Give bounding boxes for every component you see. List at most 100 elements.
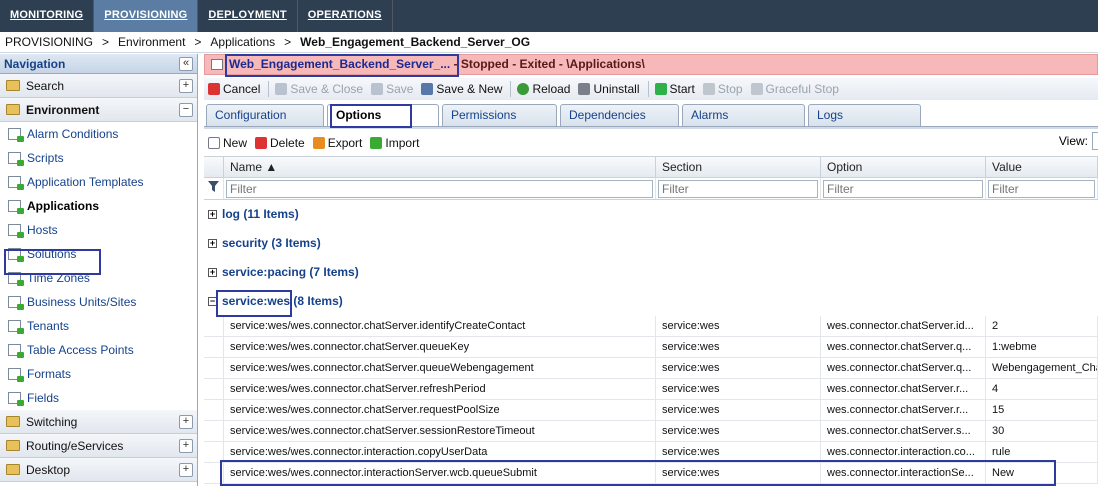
stop-button[interactable]: Stop [702,82,743,96]
name-filter-input[interactable] [226,180,653,198]
cell-value: Webengagement_Chat [986,358,1098,378]
tab-provisioning[interactable]: PROVISIONING [94,0,199,32]
table-row[interactable]: service:wes/wes.connector.chatServer.que… [204,358,1098,379]
row-spacer [204,337,224,357]
nav-section-routing[interactable]: Routing/eServices + [0,434,197,458]
row-spacer [204,400,224,420]
sidebar-item-application-templates[interactable]: Application Templates [0,170,197,194]
sidebar-item-applications[interactable]: Applications [0,194,197,218]
navigation-header: Navigation « [0,54,197,74]
uninstall-button[interactable]: Uninstall [578,82,640,96]
cell-value: 15 [986,400,1098,420]
tab-permissions[interactable]: Permissions [442,104,557,126]
filter-cell [656,178,821,199]
collapse-icon[interactable]: « [179,57,193,71]
object-toolbar: Cancel Save & Close Save Save & New Relo… [204,78,1098,100]
column-header-option[interactable]: Option [821,157,986,177]
folder-icon [6,440,20,451]
button-label: Uninstall [593,82,640,96]
nav-section-search[interactable]: Search + [0,74,197,98]
breadcrumb-provisioning[interactable]: PROVISIONING [5,35,93,49]
cell-section: service:wes [656,337,821,357]
breadcrumb-environment[interactable]: Environment [118,35,185,49]
save-new-button[interactable]: Save & New [421,82,502,96]
breadcrumb-separator: > [284,35,292,49]
table-row[interactable]: service:wes/wes.connector.chatServer.req… [204,400,1098,421]
sidebar-item-scripts[interactable]: Scripts [0,146,197,170]
export-button[interactable]: Export [312,136,362,150]
column-header-name[interactable]: Name ▲ [224,157,656,177]
delete-button[interactable]: Delete [255,136,305,150]
tab-dependencies[interactable]: Dependencies [560,104,679,126]
nav-section-desktop[interactable]: Desktop + [0,458,197,482]
sidebar-item-hosts[interactable]: Hosts [0,218,197,242]
save-close-button[interactable]: Save & Close [275,82,363,96]
button-label: Stop [717,82,743,96]
save-button[interactable]: Save [371,82,413,96]
nav-section-switching[interactable]: Switching + [0,410,197,434]
group-service-pacing[interactable]: + service:pacing (7 Items) [204,258,1098,287]
tab-alarms[interactable]: Alarms [682,104,805,126]
table-row[interactable]: service:wes/wes.connector.chatServer.ide… [204,316,1098,337]
filter-icon [204,178,224,199]
highlight-box [216,290,292,317]
nav-section-label: Switching [26,415,78,429]
tab-operations[interactable]: OPERATIONS [298,0,393,32]
collapse-section-icon[interactable]: − [179,103,193,117]
column-header-value[interactable]: Value [986,157,1098,177]
tab-configuration[interactable]: Configuration [206,104,324,126]
button-label: Save & New [436,82,503,96]
stop-icon [702,83,715,95]
expand-icon[interactable]: + [179,79,193,93]
sidebar-item-alarm-conditions[interactable]: Alarm Conditions [0,122,197,146]
new-button[interactable]: New [208,136,247,150]
cell-option: wes.connector.chatServer.q... [821,337,986,357]
value-filter-input[interactable] [988,180,1095,198]
tab-deployment[interactable]: DEPLOYMENT [198,0,298,32]
button-label: Save & Close [290,82,364,96]
table-row[interactable]: service:wes/wes.connector.chatServer.que… [204,337,1098,358]
group-security[interactable]: + security (3 Items) [204,229,1098,258]
delete-icon [255,137,268,149]
sidebar-item-tenants[interactable]: Tenants [0,314,197,338]
group-label: log (11 Items) [222,207,299,221]
expand-icon[interactable]: + [208,268,217,277]
graceful-stop-button[interactable]: Graceful Stop [750,82,839,96]
section-filter-input[interactable] [658,180,818,198]
start-button[interactable]: Start [654,82,695,96]
expand-icon[interactable]: + [208,210,217,219]
cell-value: 30 [986,421,1098,441]
group-service-wes[interactable]: − service:wes (8 Items) [204,287,1098,316]
view-select[interactable] [1092,132,1098,150]
cancel-button[interactable]: Cancel [208,82,260,96]
reload-button[interactable]: Reload [517,82,570,96]
sidebar-item-business-units[interactable]: Business Units/Sites [0,290,197,314]
table-row[interactable]: service:wes/wes.connector.chatServer.ses… [204,421,1098,442]
save-icon [371,83,384,95]
object-icon [8,392,24,406]
button-label: Import [385,136,420,150]
expand-icon[interactable]: + [179,439,193,453]
button-label: Cancel [223,82,261,96]
import-button[interactable]: Import [370,136,419,150]
grid-header: Name ▲ Section Option Value [204,156,1098,178]
sidebar-item-formats[interactable]: Formats [0,362,197,386]
options-toolbar: New Delete Export Import [204,132,1098,154]
expand-icon[interactable]: + [179,463,193,477]
expand-icon[interactable]: + [179,415,193,429]
nav-section-environment[interactable]: Environment − [0,98,197,122]
group-log[interactable]: + log (11 Items) [204,200,1098,229]
sidebar-item-table-access-points[interactable]: Table Access Points [0,338,197,362]
option-filter-input[interactable] [823,180,983,198]
button-label: New [223,136,248,150]
sidebar-item-fields[interactable]: Fields [0,386,197,410]
cell-section: service:wes [656,379,821,399]
tab-logs[interactable]: Logs [808,104,921,126]
breadcrumb-applications[interactable]: Applications [210,35,275,49]
column-header-section[interactable]: Section [656,157,821,177]
sidebar-item-label: Table Access Points [27,343,134,357]
tab-monitoring[interactable]: MONITORING [0,0,95,32]
button-label: Start [669,82,695,96]
table-row[interactable]: service:wes/wes.connector.chatServer.ref… [204,379,1098,400]
expand-icon[interactable]: + [208,239,217,248]
